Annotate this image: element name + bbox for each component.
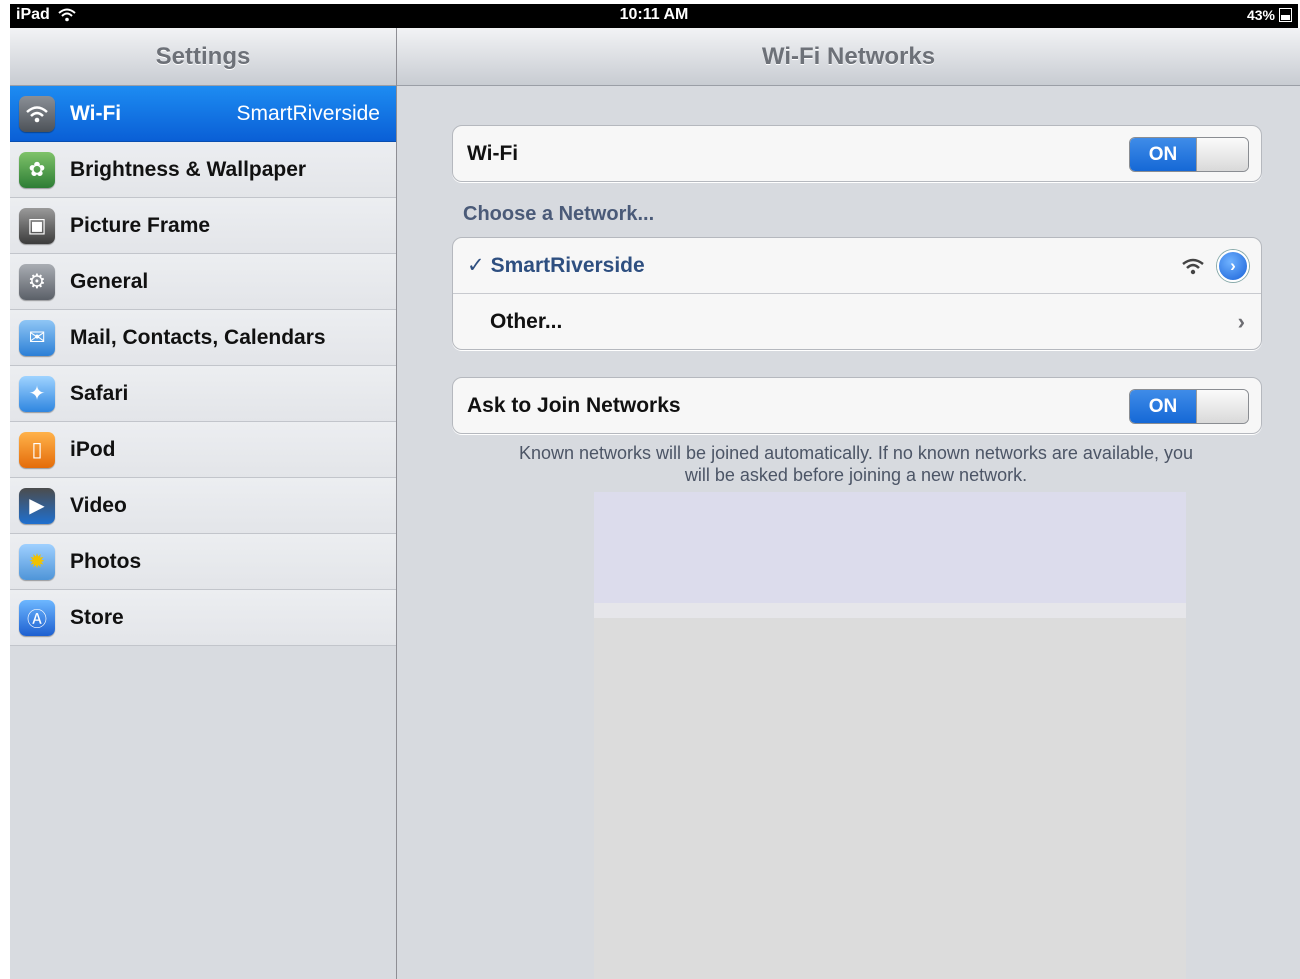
wifi-signal-icon [1182,258,1204,275]
footnote-line: will be asked before joining a new netwo… [684,465,1028,485]
sidebar-item-store[interactable]: Ⓐ Store [10,590,396,646]
sidebar-item-label: Store [70,605,124,629]
settings-list: Wi-Fi SmartRiverside ✿ Brightness & Wall… [10,86,396,646]
ask-join-toggle[interactable]: ON [1129,389,1249,424]
checkmark-icon: ✓ [467,254,485,277]
wifi-toggle-group: Wi-Fi ON [452,125,1262,182]
sidebar-item-label: Photos [70,549,142,573]
sidebar-item-value: SmartRiverside [236,101,380,125]
sidebar-item-wifi[interactable]: Wi-Fi SmartRiverside [10,86,396,142]
wifi-toggle[interactable]: ON [1129,137,1249,172]
sidebar-item-label: Video [70,493,127,517]
overlay-band [594,603,1186,618]
network-row-icons: › [1181,250,1249,282]
status-bar: iPad 10:11 AM 43% [10,4,1298,28]
sidebar-item-label: Picture Frame [70,213,211,237]
sidebar-item-mail-contacts-calendars[interactable]: ✉ Mail, Contacts, Calendars [10,310,396,366]
flower-icon: ✿ [19,151,55,188]
ask-join-label: Ask to Join Networks [467,393,681,417]
sidebar-item-label: Brightness & Wallpaper [70,157,307,181]
sidebar-item-label: Mail, Contacts, Calendars [70,325,326,349]
sunflower-icon: ✹ [19,543,55,580]
ask-join-group: Ask to Join Networks ON [452,377,1262,434]
sidebar-item-video[interactable]: ▶ Video [10,478,396,534]
network-row-other[interactable]: Other... › [453,293,1261,349]
sidebar-item-photos[interactable]: ✹ Photos [10,534,396,590]
sidebar-item-label: Safari [70,381,129,405]
wifi-toggle-state: ON [1130,138,1196,171]
battery-icon [1279,8,1292,22]
envelope-icon: ✉ [19,319,55,356]
page-title: Wi-Fi Networks [397,28,1300,86]
chevron-right-icon: › [1237,308,1245,334]
gear-icon: ⚙ [19,263,55,300]
choose-network-label: Choose a Network... [463,203,655,225]
overlay-placeholder [594,492,1186,979]
clapperboard-icon: ▶ [19,487,55,524]
ask-join-toggle-state: ON [1130,390,1196,423]
sidebar-item-safari[interactable]: ✦ Safari [10,366,396,422]
ipod-icon: ▯ [19,431,55,468]
wifi-icon [19,95,55,132]
network-detail-button[interactable]: › [1217,250,1249,282]
app-store-icon: Ⓐ [19,599,55,636]
footnote-line: Known networks will be joined automatica… [518,443,1193,463]
other-network-label: Other... [490,309,563,333]
network-row-smartriverside[interactable]: ✓ SmartRiverside › [453,238,1261,293]
sidebar-item-brightness-wallpaper[interactable]: ✿ Brightness & Wallpaper [10,142,396,198]
status-time: 10:11 AM [619,6,689,23]
wifi-row: Wi-Fi ON [453,126,1261,181]
compass-icon: ✦ [19,375,55,412]
toggle-knob [1196,390,1248,423]
status-right: 43% [1247,7,1292,23]
ask-join-footnote: Known networks will be joined automatica… [472,442,1240,486]
toggle-knob [1196,138,1248,171]
sidebar-item-label: General [70,269,149,293]
sidebar-item-general[interactable]: ⚙ General [10,254,396,310]
sidebar-item-label: Wi-Fi [70,101,122,125]
settings-sidebar: Settings Wi-Fi SmartRiverside ✿ Brightne… [10,28,397,979]
overlay-top [594,492,1186,603]
wifi-label: Wi-Fi [467,141,519,165]
sidebar-title: Settings [10,28,396,86]
sidebar-item-label: iPod [70,437,116,461]
picture-frame-icon: ▣ [19,207,55,244]
battery-percent: 43% [1246,7,1275,23]
wifi-networks-panel: Wi-Fi Networks Wi-Fi ON Choose a Network… [397,28,1300,979]
sidebar-item-picture-frame[interactable]: ▣ Picture Frame [10,198,396,254]
network-name: SmartRiverside [490,253,645,277]
ask-join-row: Ask to Join Networks ON [453,378,1261,433]
network-list: ✓ SmartRiverside › Other... › [452,237,1262,350]
sidebar-item-ipod[interactable]: ▯ iPod [10,422,396,478]
